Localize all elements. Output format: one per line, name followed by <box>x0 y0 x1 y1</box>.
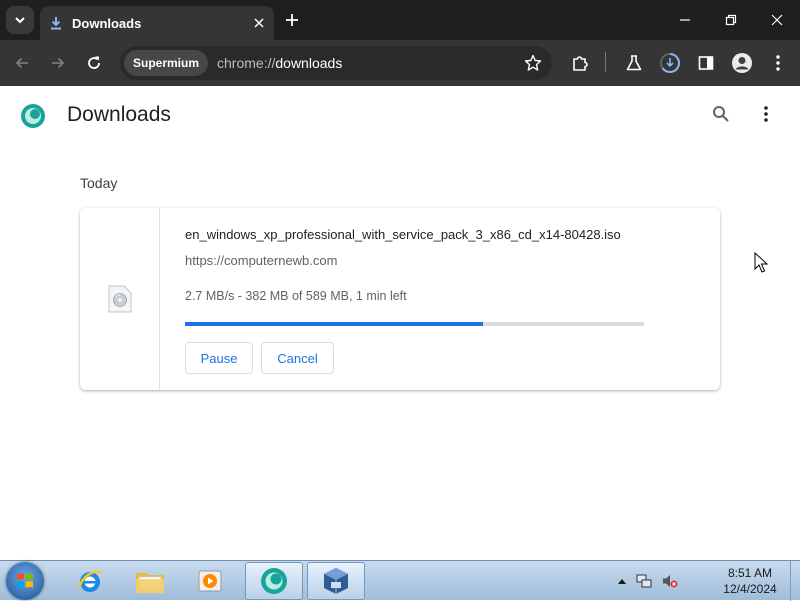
taskbar-clock[interactable]: 8:51 AM 12/4/2024 <box>712 565 788 597</box>
site-chip[interactable]: Supermium <box>124 50 209 76</box>
restore-button[interactable] <box>708 0 754 40</box>
show-desktop-button[interactable] <box>790 561 800 601</box>
taskbar-media-player[interactable] <box>181 562 239 600</box>
side-panel-button[interactable] <box>692 49 720 77</box>
download-status-text: 2.7 MB/s - 382 MB of 589 MB, 1 min left <box>185 289 407 303</box>
page-title: Downloads <box>67 103 171 126</box>
internet-explorer-icon <box>77 570 103 592</box>
download-icon <box>51 17 61 30</box>
minimize-icon <box>680 19 690 21</box>
reload-icon <box>88 56 100 69</box>
volume-tray-button[interactable] <box>662 573 678 589</box>
address-bar[interactable]: Supermium chrome://downloads <box>120 46 552 80</box>
more-vertical-icon <box>776 55 780 71</box>
close-window-button[interactable] <box>754 0 800 40</box>
url-host: downloads <box>275 55 343 71</box>
tab-close-button[interactable] <box>254 18 264 28</box>
close-icon <box>254 18 264 28</box>
tab-search-button[interactable] <box>6 6 34 34</box>
back-button[interactable] <box>8 49 36 77</box>
downloads-page: Downloads Today en_windows_xp_profession… <box>0 86 800 560</box>
taskbar-internet-explorer[interactable] <box>61 562 119 600</box>
star-icon <box>524 54 542 71</box>
flask-icon <box>626 55 642 71</box>
url-text[interactable]: chrome://downloads <box>217 55 518 71</box>
clock-time: 8:51 AM <box>727 566 773 580</box>
network-tray-button[interactable] <box>636 573 652 589</box>
virtualbox-icon <box>324 568 348 594</box>
start-button[interactable] <box>6 562 44 600</box>
reload-button[interactable] <box>80 49 108 77</box>
download-progress-fill <box>185 322 483 326</box>
browser-menu-button[interactable] <box>764 49 792 77</box>
volume-muted-icon <box>663 575 678 588</box>
labs-button[interactable] <box>620 49 648 77</box>
windows-taskbar: 8:51 AM 12/4/2024 <box>0 560 800 601</box>
browser-titlebar: Downloads <box>0 0 800 40</box>
download-source-url[interactable]: https://computernewb.com <box>185 253 337 268</box>
show-hidden-icons-button[interactable] <box>618 578 626 584</box>
download-progress-icon <box>660 53 680 73</box>
pause-button[interactable]: Pause <box>185 342 253 374</box>
clock-date: 12/4/2024 <box>723 582 777 596</box>
url-scheme: chrome:// <box>217 55 276 71</box>
forward-button[interactable] <box>44 49 72 77</box>
supermium-icon <box>261 568 287 594</box>
search-icon <box>713 106 729 122</box>
download-progress-bar <box>185 322 644 326</box>
arrow-left-icon <box>15 57 28 69</box>
close-icon <box>771 14 783 26</box>
tab-downloads[interactable]: Downloads <box>40 6 274 40</box>
bookmark-button[interactable] <box>518 48 548 78</box>
avatar-icon <box>732 53 752 73</box>
cancel-button[interactable]: Cancel <box>261 342 334 374</box>
download-file-name[interactable]: en_windows_xp_professional_with_service_… <box>185 227 621 242</box>
system-tray <box>618 571 678 591</box>
folder-icon <box>136 573 164 593</box>
taskbar-virtualbox[interactable] <box>307 562 365 600</box>
taskbar-windows-explorer[interactable] <box>121 562 179 600</box>
more-vertical-icon <box>764 106 768 122</box>
media-player-icon <box>198 570 222 592</box>
file-icon-area <box>80 208 160 390</box>
search-downloads-button[interactable] <box>709 102 733 126</box>
download-item-card: en_windows_xp_professional_with_service_… <box>80 208 720 390</box>
new-tab-button[interactable] <box>280 8 304 32</box>
tab-title: Downloads <box>72 15 142 31</box>
download-status-button[interactable] <box>656 49 684 77</box>
arrow-right-icon <box>52 57 65 69</box>
date-header: Today <box>80 175 118 191</box>
restore-icon <box>725 14 737 26</box>
disc-image-file-icon <box>108 285 131 313</box>
plus-icon <box>286 14 298 26</box>
supermium-logo-icon <box>21 104 45 128</box>
mouse-cursor-icon <box>754 252 768 273</box>
downloads-menu-button[interactable] <box>754 102 778 126</box>
puzzle-icon <box>573 56 588 71</box>
profile-button[interactable] <box>728 49 756 77</box>
toolbar-divider <box>605 52 606 72</box>
chevron-down-icon <box>15 17 25 24</box>
taskbar-supermium[interactable] <box>245 562 303 600</box>
minimize-button[interactable] <box>662 0 708 40</box>
windows-logo-icon <box>17 573 33 588</box>
chevron-up-icon <box>618 579 626 584</box>
window-controls <box>662 0 800 40</box>
side-panel-icon <box>698 56 714 70</box>
extensions-button[interactable] <box>566 49 594 77</box>
network-icon <box>636 574 652 588</box>
